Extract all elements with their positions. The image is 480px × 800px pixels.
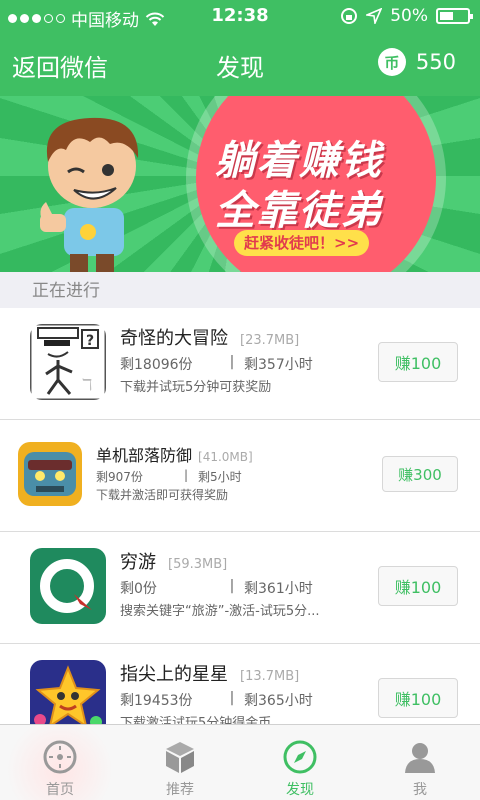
battery-level — [440, 12, 453, 20]
svg-text:?: ? — [86, 333, 94, 349]
banner-headline-2: 全靠徒弟 — [215, 188, 383, 234]
list-item[interactable]: 指尖上的星星 [13.7MB] 剩19453份 | 剩365小时 下载激活试玩5分… — [0, 644, 480, 724]
time-left: 剩357小时 — [244, 357, 313, 373]
task-description: 下载并激活即可获得奖励 — [96, 488, 229, 502]
remaining-count: 剩18096份 — [120, 357, 193, 373]
app-name: 指尖上的星星 [13.7MB] — [120, 664, 300, 685]
stat-separator: | — [229, 578, 235, 594]
app-name: 奇怪的大冒险 [23.7MB] — [120, 328, 300, 349]
stickman-adventure-icon: ? ℸ — [30, 324, 106, 400]
app-name: 单机部落防御 [41.0MB] — [96, 446, 253, 465]
cartoon-boy-image — [40, 117, 139, 272]
remaining-count: 剩19453份 — [120, 693, 193, 709]
battery-percent: 50% — [390, 6, 428, 26]
home-dial-icon — [43, 740, 77, 774]
time-left: 剩5小时 — [198, 470, 242, 484]
status-right: 50% — [340, 6, 473, 26]
tab-label: 首页 — [46, 782, 74, 798]
earn-button[interactable]: 赚100 — [378, 566, 458, 606]
tab-label: 推荐 — [166, 782, 194, 798]
location-icon — [366, 8, 383, 24]
tab-home[interactable]: 首页 — [0, 725, 120, 800]
app-stats: 剩0份 | 剩361小时 — [120, 578, 313, 598]
time-left: 剩361小时 — [244, 581, 313, 597]
tab-label: 发现 — [286, 782, 314, 798]
section-header-in-progress: 正在进行 — [0, 272, 480, 308]
tab-discover[interactable]: 发现 — [240, 725, 360, 800]
promo-banner[interactable]: 躺着赚钱 全靠徒弟 赶紧收徒吧！>> — [0, 96, 480, 272]
rotation-lock-icon — [341, 8, 358, 24]
remaining-count: 剩907份 — [96, 470, 143, 484]
tab-recommend[interactable]: 推荐 — [120, 725, 240, 800]
earn-button[interactable]: 赚100 — [378, 678, 458, 718]
earn-button[interactable]: 赚300 — [382, 456, 458, 492]
coin-count: 550 — [415, 50, 456, 74]
app-name: 穷游 [59.3MB] — [120, 552, 228, 573]
navigation-bar: 返回微信 发现 币 550 — [0, 32, 480, 96]
list-item[interactable]: 穷游 [59.3MB] 剩0份 | 剩361小时 搜索关键字“旅游”-激活-试玩5… — [0, 532, 480, 644]
stat-separator: | — [229, 354, 235, 370]
tab-label: 我 — [413, 782, 427, 798]
remaining-count: 剩0份 — [120, 581, 157, 597]
app-size: [41.0MB] — [198, 450, 253, 464]
back-to-wechat-button[interactable]: 返回微信 — [12, 48, 108, 83]
svg-text:ℸ: ℸ — [82, 375, 92, 394]
list-item[interactable]: 单机部落防御 [41.0MB] 剩907份 | 剩5小时 下载并激活即可获得奖励 … — [0, 420, 480, 532]
list-item[interactable]: ? ℸ 奇怪的大冒险 [23.7MB] 剩18096份 | 剩357小时 下载并试… — [0, 308, 480, 420]
tab-me[interactable]: 我 — [360, 725, 480, 800]
battery-icon — [436, 8, 473, 24]
app-size: [59.3MB] — [168, 557, 228, 572]
app-stats: 剩19453份 | 剩365小时 — [120, 690, 313, 710]
task-description: 搜索关键字“旅游”-激活-试玩5分... — [120, 604, 320, 619]
tab-bar: 首页 推荐 发现 我 — [0, 724, 480, 800]
stat-separator: | — [229, 690, 235, 706]
app-size: [23.7MB] — [240, 333, 300, 348]
task-list[interactable]: ? ℸ 奇怪的大冒险 [23.7MB] 剩18096份 | 剩357小时 下载并试… — [0, 308, 480, 724]
task-description: 下载激活试玩5分钟得金币 — [120, 716, 272, 724]
box-icon — [166, 742, 194, 773]
app-size: [13.7MB] — [240, 669, 300, 684]
qyer-icon — [30, 548, 106, 624]
recruit-apprentice-button[interactable]: 赶紧收徒吧！>> — [234, 230, 370, 256]
status-bar: 中国移动 12:38 50% — [0, 0, 480, 32]
app-stats: 剩18096份 | 剩357小时 — [120, 354, 313, 374]
coin-balance[interactable]: 币 550 — [377, 48, 456, 76]
stat-separator: | — [183, 468, 189, 482]
time-left: 剩365小时 — [244, 693, 313, 709]
star-game-icon — [30, 660, 106, 724]
task-description: 下载并试玩5分钟可获奖励 — [120, 380, 272, 395]
app-stats: 剩907份 | 剩5小时 — [96, 468, 242, 485]
user-icon — [405, 743, 435, 773]
tribe-defense-icon — [18, 442, 82, 506]
coin-icon: 币 — [377, 48, 406, 76]
earn-button[interactable]: 赚100 — [378, 342, 458, 382]
compass-icon — [283, 740, 317, 774]
